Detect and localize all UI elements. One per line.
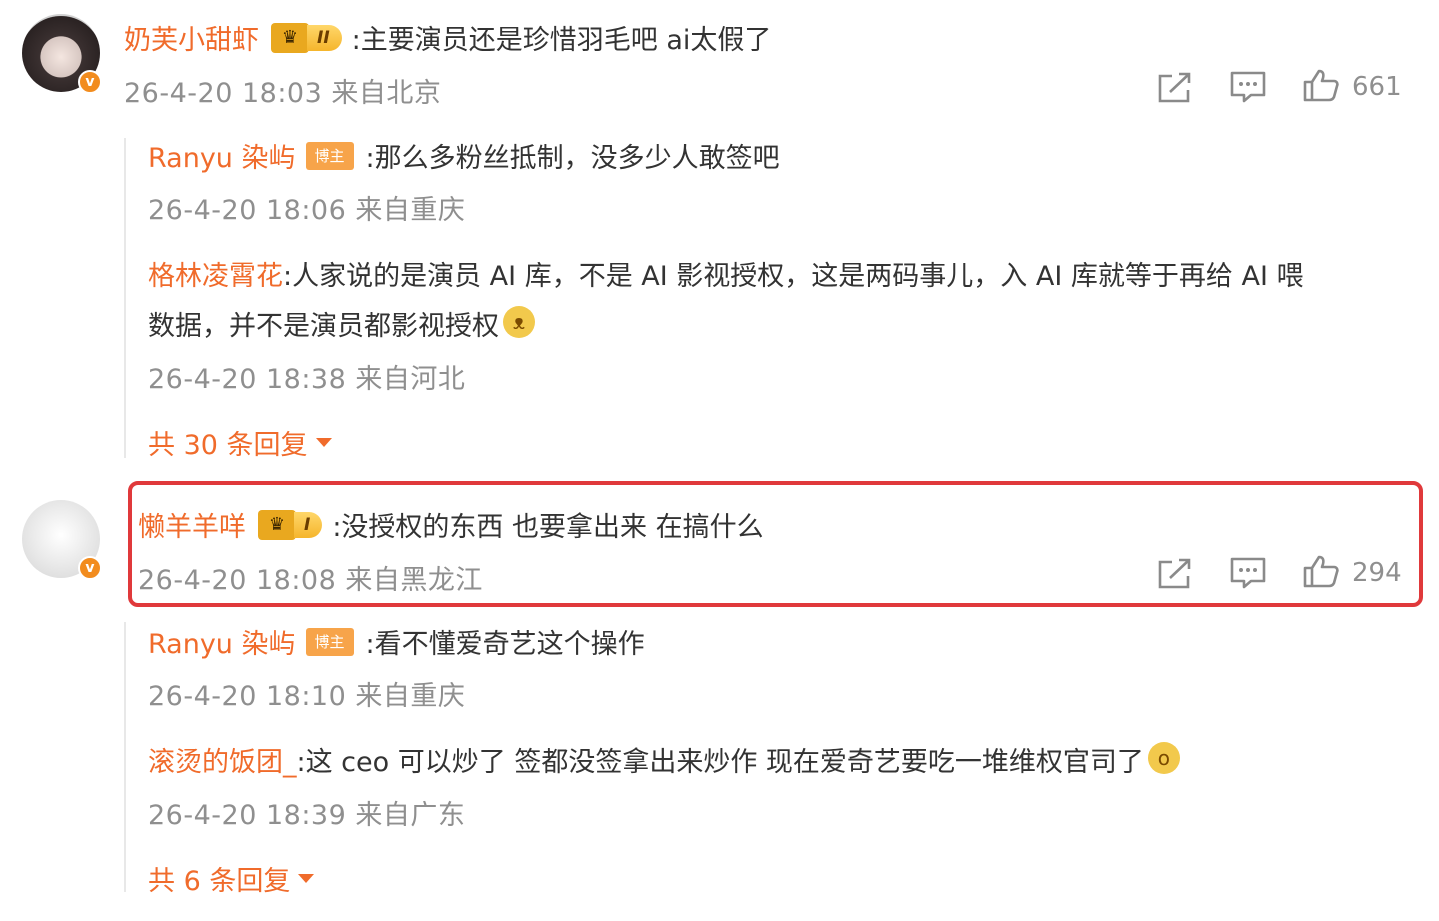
reply-username[interactable]: Ranyu 染屿 [148,136,296,175]
reply-header: 格林凌霄花 :人家说的是演员 AI 库，不是 AI 影视授权，这是两码事儿，入 … [148,254,1304,293]
vip-rank-badge: ♛ I [258,509,323,540]
reply-username[interactable]: 格林凌霄花 [148,254,283,293]
reply-header: Ranyu 染屿 博主 :那么多粉丝抵制，没多少人敢签吧 [148,136,780,175]
comment-text: :主要演员还是珍惜羽毛吧 ai太假了 [351,25,772,56]
reply-meta: 26-4-20 18:39 来自广东 [148,800,466,831]
shocked-emoji-icon: o [1147,741,1180,774]
reply-text-continued: 数据，并不是演员都影视授权 ᴥ [148,304,535,343]
more-replies-link[interactable]: 共 6 条回复 [148,859,315,898]
reply-text: :那么多粉丝抵制，没多少人敢签吧 [365,143,780,174]
avatar[interactable]: v [22,500,102,580]
more-replies-link[interactable]: 共 30 条回复 [148,423,332,462]
vip-rank-badge: ♛ II [271,22,342,53]
verified-v-icon: v [78,556,102,580]
reply-text: :看不懂爱奇艺这个操作 [365,629,645,660]
comment-meta: 26-4-20 18:08 来自黑龙江 [138,565,483,596]
crown-icon: ♛ [271,22,309,53]
author-badge: 博主 [305,627,354,656]
reply-thread-line [124,138,126,458]
reply-header: Ranyu 染屿 博主 :看不懂爱奇艺这个操作 [148,622,645,661]
chevron-down-icon [315,438,332,447]
like-count: 294 [1352,558,1402,588]
reply-text: :这 ceo 可以炒了 签都没签拿出来炒作 现在爱奇艺要吃一堆维权官司了 [296,747,1144,778]
thumbs-up-icon[interactable] [1302,554,1340,588]
reply-text: 数据，并不是演员都影视授权 [148,311,499,342]
comment-meta: 26-4-20 18:03 来自北京 [124,78,442,109]
comment-icon[interactable] [1229,70,1267,104]
reply-meta: 26-4-20 18:38 来自河北 [148,364,466,395]
comment-username[interactable]: 懒羊羊咩 [138,505,246,544]
avatar[interactable]: v [22,14,102,94]
crown-icon: ♛ [258,509,296,540]
comment-header: 懒羊羊咩 ♛ I :没授权的东西 也要拿出来 在搞什么 [138,505,764,544]
reply-text: :人家说的是演员 AI 库，不是 AI 影视授权，这是两码事儿，入 AI 库就等… [283,261,1304,292]
share-icon[interactable] [1156,70,1194,104]
comment-username[interactable]: 奶芙小甜虾 [124,18,259,57]
share-icon[interactable] [1156,556,1194,590]
like-count: 661 [1352,72,1402,102]
verified-v-icon: v [78,70,102,94]
thumbs-up-icon[interactable] [1302,68,1340,102]
reply-meta: 26-4-20 18:10 来自重庆 [148,681,466,712]
chevron-down-icon [298,874,315,883]
reply-meta: 26-4-20 18:06 来自重庆 [148,195,466,226]
comment-text: :没授权的东西 也要拿出来 在搞什么 [332,512,764,543]
reply-username[interactable]: Ranyu 染屿 [148,622,296,661]
comment-icon[interactable] [1229,556,1267,590]
doge-emoji-icon: ᴥ [503,305,535,338]
reply-thread-line [124,622,126,892]
reply-header: 滚烫的饭团_ :这 ceo 可以炒了 签都没签拿出来炒作 现在爱奇艺要吃一堆维权… [148,740,1180,779]
author-badge: 博主 [305,141,354,170]
reply-username[interactable]: 滚烫的饭团_ [148,740,297,779]
comment-header: 奶芙小甜虾 ♛ II :主要演员还是珍惜羽毛吧 ai太假了 [124,18,771,57]
